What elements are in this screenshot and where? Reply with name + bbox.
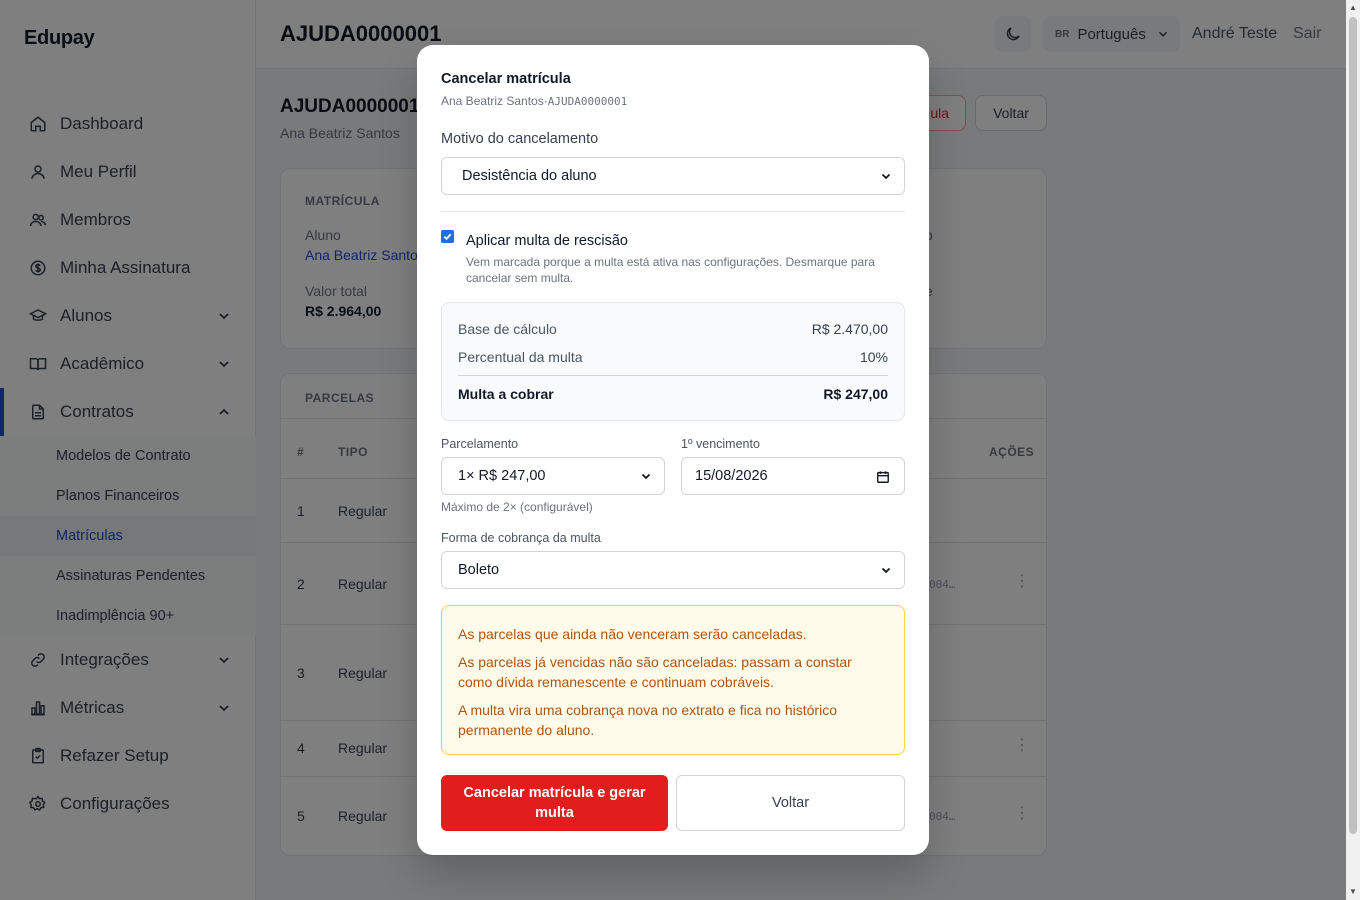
charge-method-label: Forma de cobrança da multa — [441, 531, 601, 545]
divider — [458, 375, 888, 376]
base-value: R$ 2.470,00 — [811, 321, 888, 337]
installments-select[interactable]: 1× R$ 247,00 — [441, 457, 665, 495]
due-date-label: 1º vencimento — [681, 437, 760, 451]
reason-select-value: Desistência do aluno — [462, 168, 597, 184]
chevron-down-icon — [641, 473, 651, 480]
due-date-input[interactable]: 15/08/2026 — [681, 457, 905, 495]
warning-text: As parcelas já vencidas não são cancelad… — [458, 654, 852, 690]
percent-label: Percentual da multa — [458, 349, 583, 365]
apply-penalty-label[interactable]: Aplicar multa de rescisão — [466, 233, 628, 249]
warning-box: As parcelas que ainda não venceram serão… — [441, 605, 905, 755]
modal-back-button[interactable]: Voltar — [676, 775, 905, 831]
warning-text: A multa vira uma cobrança nova no extrat… — [458, 702, 837, 738]
divider — [441, 211, 905, 212]
modal-subtitle: Ana Beatriz Santos·AJUDA0000001 — [441, 94, 627, 108]
reason-select[interactable]: Desistência do aluno — [441, 157, 905, 195]
modal-title: Cancelar matrícula — [441, 71, 571, 87]
calendar-icon[interactable] — [876, 470, 890, 484]
reason-label: Motivo do cancelamento — [441, 131, 599, 147]
scrollbar-thumb[interactable] — [1349, 17, 1357, 834]
scroll-up-arrow-icon[interactable]: ▲ — [1349, 4, 1357, 12]
due-date-value: 15/08/2026 — [695, 468, 768, 484]
penalty-total-label: Multa a cobrar — [458, 386, 554, 402]
installments-hint: Máximo de 2× (configurável) — [441, 500, 593, 514]
modal-student-name: Ana Beatriz Santos — [441, 94, 544, 108]
percent-value: 10% — [859, 349, 888, 365]
warning-text: As parcelas que ainda não venceram serão… — [458, 626, 807, 642]
apply-penalty-checkbox[interactable] — [441, 230, 454, 243]
base-label: Base de cálculo — [458, 321, 557, 337]
installments-select-value: 1× R$ 247,00 — [458, 468, 546, 484]
page-scrollbar[interactable]: ▲ ▼ — [1346, 0, 1360, 900]
penalty-calculation-box: Base de cálculo R$ 2.470,00 Percentual d… — [441, 302, 905, 421]
scroll-down-arrow-icon[interactable]: ▼ — [1349, 888, 1357, 896]
chevron-down-icon — [881, 567, 891, 574]
chevron-down-icon — [881, 173, 891, 180]
installments-label: Parcelamento — [441, 437, 519, 451]
apply-penalty-help: Vem marcada porque a multa está ativa na… — [466, 255, 875, 285]
penalty-total-value: R$ 247,00 — [823, 386, 888, 402]
confirm-cancel-button[interactable]: Cancelar matrícula e gerar multa — [441, 775, 668, 831]
charge-method-select[interactable]: Boleto — [441, 551, 905, 589]
cancel-enrollment-modal: Cancelar matrícula Ana Beatriz Santos·AJ… — [417, 45, 929, 855]
check-icon — [443, 233, 452, 241]
charge-method-value: Boleto — [458, 562, 500, 578]
modal-enrollment-code: AJUDA0000001 — [547, 95, 628, 108]
